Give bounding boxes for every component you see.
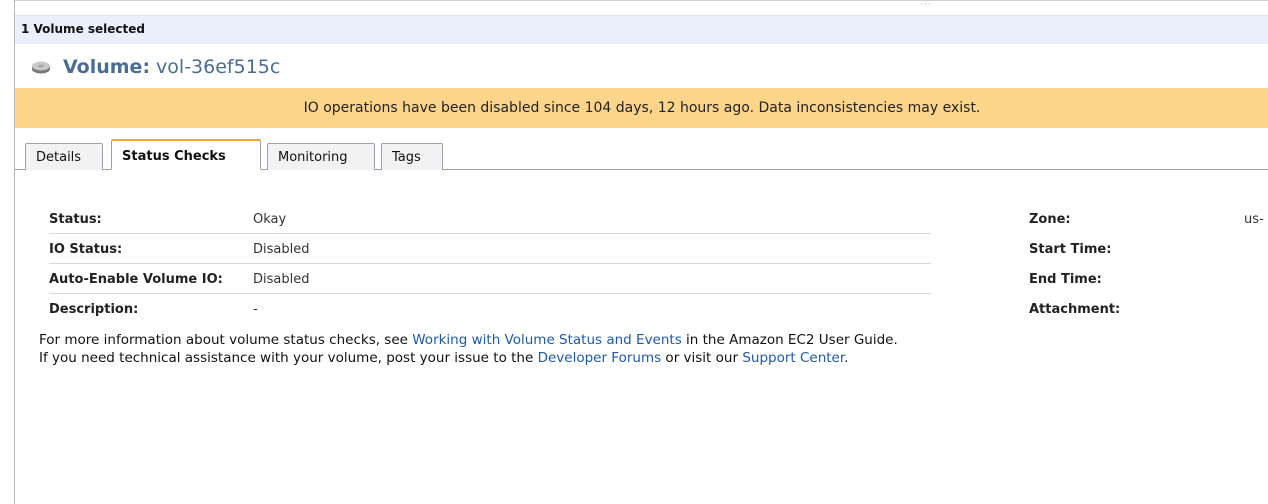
field-row-attachment: Attachment: [1029, 295, 1268, 323]
field-row-start-time: Start Time: [1029, 235, 1268, 263]
field-value: Disabled [253, 242, 310, 257]
field-value: Disabled [253, 272, 310, 287]
help-text-segment: in the Amazon EC2 User Guide. [681, 332, 898, 348]
tab-status-checks[interactable]: Status Checks [111, 139, 261, 170]
field-label: End Time: [1029, 272, 1102, 287]
volume-details-panel: ··· 1 Volume selected Volume: vol-36ef51… [14, 0, 1268, 504]
field-value: us- [1244, 212, 1264, 227]
help-text-segment: . [844, 350, 849, 366]
field-row-zone: Zone: us- [1029, 205, 1268, 233]
field-label: Status: [49, 212, 102, 227]
field-label: IO Status: [49, 242, 123, 257]
field-label: Zone: [1029, 212, 1071, 227]
help-text: For more information about volume status… [39, 331, 898, 367]
field-label: Attachment: [1029, 302, 1121, 317]
resize-grip-icon[interactable]: ··· [920, 1, 940, 11]
field-row-status: Status: Okay [49, 205, 931, 234]
help-line-1: For more information about volume status… [39, 331, 898, 349]
field-row-auto-enable: Auto-Enable Volume IO: Disabled [49, 265, 931, 294]
selection-header: 1 Volume selected [15, 16, 1268, 44]
tab-details[interactable]: Details [25, 143, 103, 170]
field-row-description: Description: - [49, 295, 931, 323]
tab-monitoring[interactable]: Monitoring [267, 143, 375, 170]
developer-forums-link[interactable]: Developer Forums [538, 350, 662, 366]
selection-count: 1 Volume selected [21, 22, 145, 36]
details-tabs: Details Status Checks Monitoring Tags [15, 139, 1268, 170]
tab-tags[interactable]: Tags [381, 143, 443, 170]
field-label: Auto-Enable Volume IO: [49, 272, 223, 287]
help-text-segment: For more information about volume status… [39, 332, 413, 348]
help-text-segment: If you need technical assistance with yo… [39, 350, 538, 366]
volume-status-docs-link[interactable]: Working with Volume Status and Events [412, 332, 682, 348]
field-value: - [253, 302, 258, 317]
field-row-end-time: End Time: [1029, 265, 1268, 293]
resize-bar[interactable]: ··· [15, 0, 1268, 16]
disk-icon [32, 61, 50, 74]
field-label: Start Time: [1029, 242, 1112, 257]
field-row-io-status: IO Status: Disabled [49, 235, 931, 264]
io-disabled-warning: IO operations have been disabled since 1… [15, 88, 1268, 128]
field-value: Okay [253, 212, 287, 227]
volume-title: Volume: vol-36ef515c [31, 54, 280, 80]
support-center-link[interactable]: Support Center [742, 350, 844, 366]
volume-label: Volume: [63, 56, 151, 78]
volume-id: vol-36ef515c [156, 56, 281, 78]
field-label: Description: [49, 302, 139, 317]
help-line-2: If you need technical assistance with yo… [39, 349, 898, 367]
help-text-segment: or visit our [661, 350, 743, 366]
